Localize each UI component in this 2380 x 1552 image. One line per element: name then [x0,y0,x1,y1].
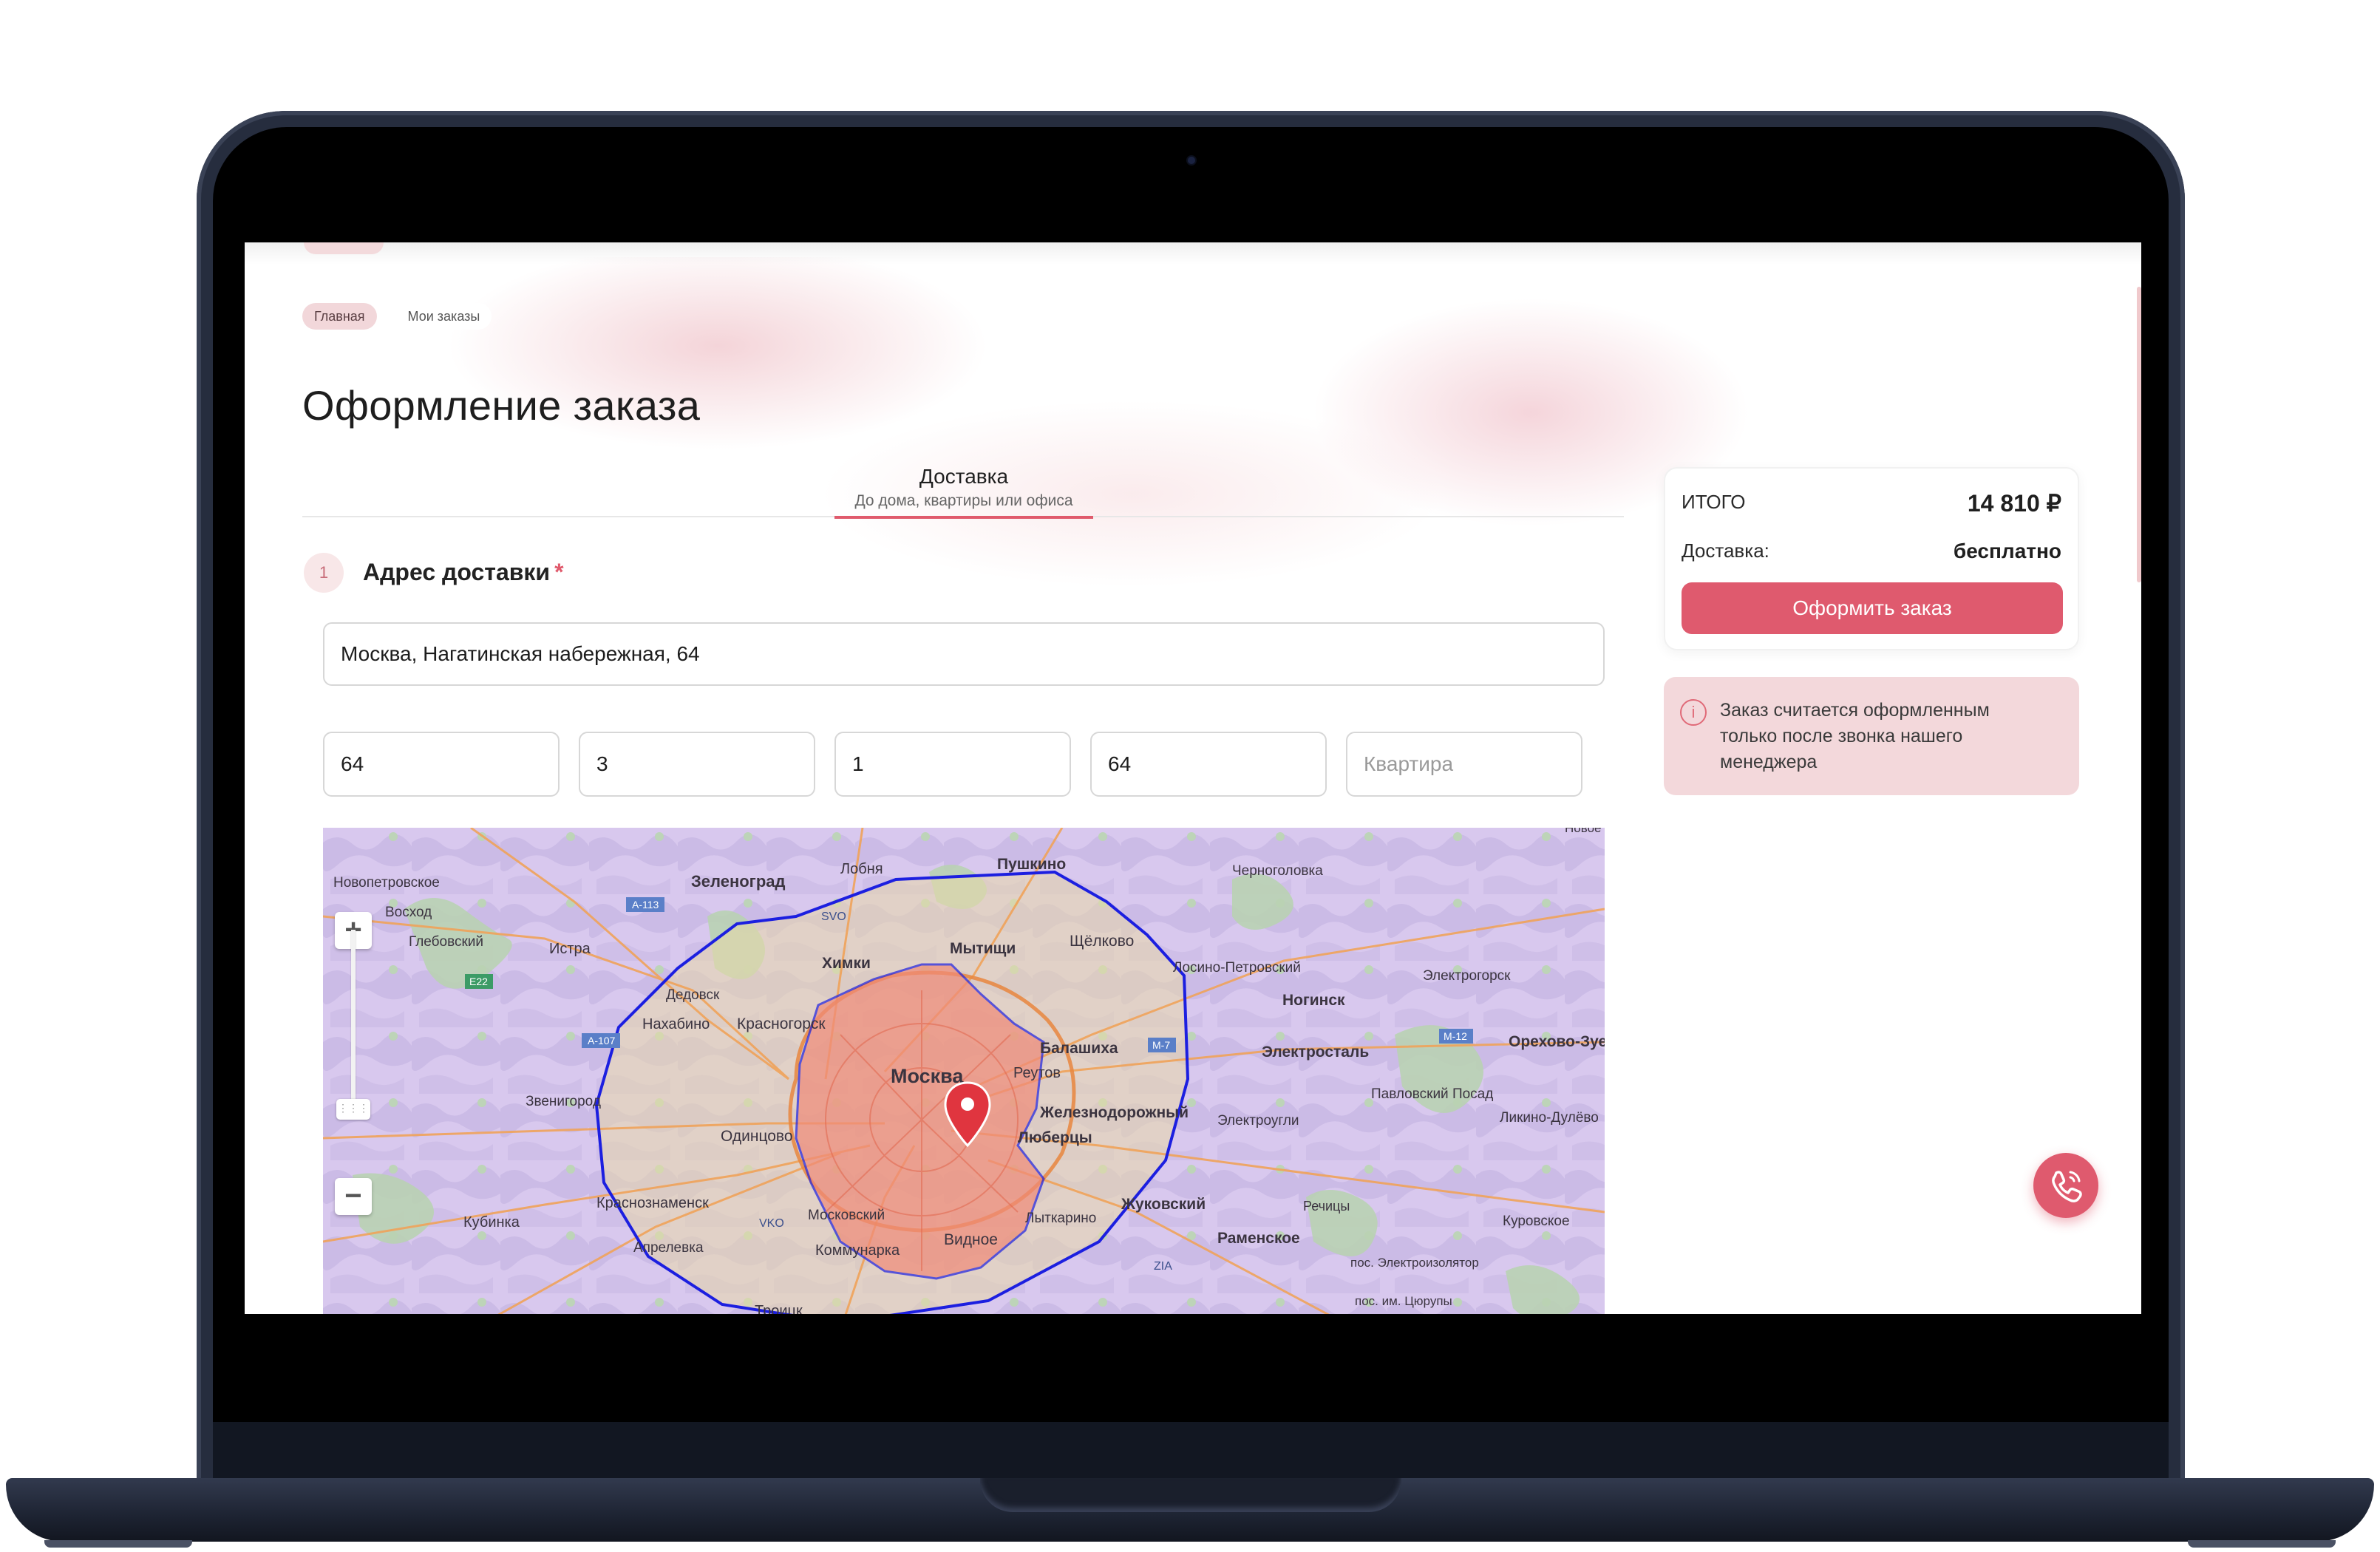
map-label-lytkarino: Лыткарино [1025,1211,1096,1226]
map-label-zelenograd: Зеленоград [691,872,786,891]
map-label-elektroizolyator: пос. Электроизолятор [1350,1256,1479,1270]
road-a113: A-113 [632,899,659,911]
breadcrumb: Главная Мои заказы [302,303,492,330]
info-icon: i [1680,699,1707,726]
screen: Главная Мои заказы Оформление заказа Дос… [245,242,2141,1314]
airport-vko: VKO [759,1217,784,1230]
delivery-value: бесплатно [1953,540,2061,562]
header-badge [304,242,384,254]
map-label-elektrougli: Электроугли [1217,1113,1299,1129]
header-shadow [245,242,2141,265]
place-order-button[interactable]: Оформить заказ [1682,582,2063,634]
airport-svo: SVO [821,911,846,923]
tab-delivery[interactable]: Доставка До дома, квартиры или офиса [834,464,1093,519]
map-label-lobnya: Лобня [840,861,883,877]
map-label-losino: Лосино-Петровский [1173,960,1301,976]
order-summary: ИТОГО 14 810 ₽ Доставка: бесплатно Оформ… [1664,467,2079,650]
map-label-shchyolkovo: Щёлково [1070,933,1134,950]
airport-zia: ZIA [1154,1260,1172,1273]
step-title: Адрес доставки * [363,559,564,586]
map-label-voskhod: Восход [385,905,432,920]
laptop-chin [213,1422,2169,1478]
required-mark: * [554,559,564,585]
laptop-foot-right [2188,1540,2336,1548]
road-m7: M-7 [1152,1039,1170,1051]
step-title-text: Адрес доставки [363,559,551,585]
map-label-tsyurupy: пос. им. Цюрупы [1355,1294,1452,1308]
map-label-zheleznodorozhny: Железнодорожный [1039,1104,1189,1121]
map-label-kommunarka: Коммунарка [815,1242,900,1259]
entrance-field[interactable] [834,732,1071,797]
floor-field[interactable] [1090,732,1327,797]
apartment-field[interactable] [1346,732,1582,797]
scrollbar[interactable] [2137,287,2141,582]
building-field[interactable] [579,732,815,797]
map-label-rechitsy: Речицы [1303,1199,1350,1214]
map-label-vidnoe: Видное [944,1231,998,1248]
map-label-chernogolovka: Черноголовка [1232,863,1323,879]
map-label-odintsovo: Одинцово [721,1128,793,1145]
order-notice: i Заказ считается оформленным только пос… [1664,677,2079,795]
map-label-elektrogorsk: Электрогорск [1423,968,1511,984]
total-label: ИТОГО [1682,491,1746,513]
map-label-novoe: Новое [1565,828,1601,835]
delivery-map[interactable]: Новопетровское Восход Зеленоград Лобня П… [323,828,1605,1314]
notice-text: Заказ считается оформленным только после… [1720,700,1990,772]
call-button[interactable] [2033,1153,2098,1218]
map-label-orekhovo: Орехово-Зуево [1509,1033,1605,1050]
map-label-aprelevka: Апрелевка [633,1240,704,1256]
map-label-pavlovsky: Павловский Посад [1371,1086,1493,1102]
road-m12: M-12 [1444,1030,1467,1042]
map-label-dedovsk: Дедовск [666,987,720,1003]
map-label-khimki: Химки [822,955,871,972]
address-input[interactable] [323,622,1605,686]
map-label-mytishchi: Мытищи [950,940,1016,957]
map-label-krasnoznamensk: Краснознаменск [596,1195,709,1211]
map-label-troitsk: Троицк [755,1303,803,1314]
page-title: Оформление заказа [302,381,701,429]
breadcrumb-home[interactable]: Главная [302,303,377,330]
map-label-kubinka: Кубинка [463,1214,520,1231]
map-label-likino: Ликино-Дулёво [1500,1110,1599,1126]
map-label-pushkino: Пушкино [997,856,1066,873]
delivery-tabs: Доставка До дома, квартиры или офиса [302,464,1624,519]
map-label-ramenskoe: Раменское [1217,1230,1300,1247]
camera-icon [1188,157,1195,164]
total-value: 14 810 ₽ [1967,490,2061,517]
map-label-krasnogorsk: Красногорск [737,1015,826,1032]
map-label-elektrostal: Электросталь [1262,1044,1369,1061]
breadcrumb-orders[interactable]: Мои заказы [395,303,492,330]
tab-subtitle: До дома, квартиры или офиса [854,492,1073,509]
road-e22: E22 [469,976,488,987]
delivery-label: Доставка: [1682,540,1769,562]
tab-title: Доставка [919,465,1009,488]
map-label-moskva: Москва [891,1065,964,1087]
zoom-out-button[interactable]: − [335,1178,372,1215]
map-label-reutov: Реутов [1013,1065,1061,1081]
map-label-balashikha: Балашиха [1040,1040,1118,1057]
map-label-istra: Истра [549,941,591,957]
laptop-foot-left [44,1540,192,1548]
map-label-nakhabino: Нахабино [642,1016,710,1032]
laptop-base-lip [980,1478,1401,1512]
zoom-slider-handle[interactable]: ⋮⋮⋮ [336,1099,370,1120]
road-a107: A-107 [588,1035,616,1046]
map-label-zvenigorod: Звенигород [526,1094,601,1109]
zoom-slider[interactable] [351,930,356,1114]
phone-icon [2052,1171,2082,1202]
map-label-lyubertsy: Люберцы [1018,1129,1092,1146]
map-label-glebovsky: Глебовский [409,934,483,950]
map-canvas[interactable]: Новопетровское Восход Зеленоград Лобня П… [323,828,1605,1314]
map-label-moskovsky: Московский [808,1208,885,1223]
map-label-noginsk: Ногинск [1282,992,1345,1009]
map-label-kurovskoe: Куровское [1503,1214,1570,1229]
map-label-zhukovsky: Жуковский [1121,1196,1206,1213]
house-field[interactable] [323,732,560,797]
map-label-novopetrovskoe: Новопетровское [333,875,440,891]
step-number: 1 [304,553,344,593]
